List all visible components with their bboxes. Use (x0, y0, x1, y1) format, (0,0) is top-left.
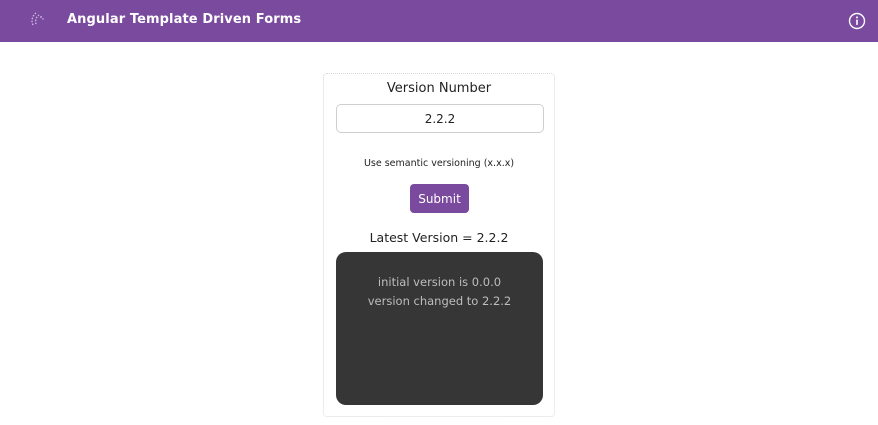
version-form-card: Version Number Use semantic versioning (… (323, 73, 555, 417)
app-title: Angular Template Driven Forms (67, 12, 302, 27)
app-toolbar: Angular Template Driven Forms (0, 0, 878, 42)
version-log-panel: initial version is 0.0.0 version changed… (336, 252, 543, 405)
log-line: version changed to 2.2.2 (367, 294, 512, 308)
version-number-label: Version Number (386, 81, 492, 96)
version-number-input[interactable] (336, 104, 544, 133)
latest-version: Latest Version = 2.2.2 (324, 230, 554, 245)
angular-logo-icon (31, 12, 44, 26)
latest-version-value: 2.2.2 (476, 230, 509, 245)
latest-version-label: Latest Version = (369, 230, 473, 245)
info-circle-icon[interactable] (848, 12, 866, 30)
log-line: initial version is 0.0.0 (377, 275, 502, 289)
semver-hint: Use semantic versioning (x.x.x) (363, 158, 515, 169)
submit-button[interactable]: Submit (410, 184, 469, 213)
